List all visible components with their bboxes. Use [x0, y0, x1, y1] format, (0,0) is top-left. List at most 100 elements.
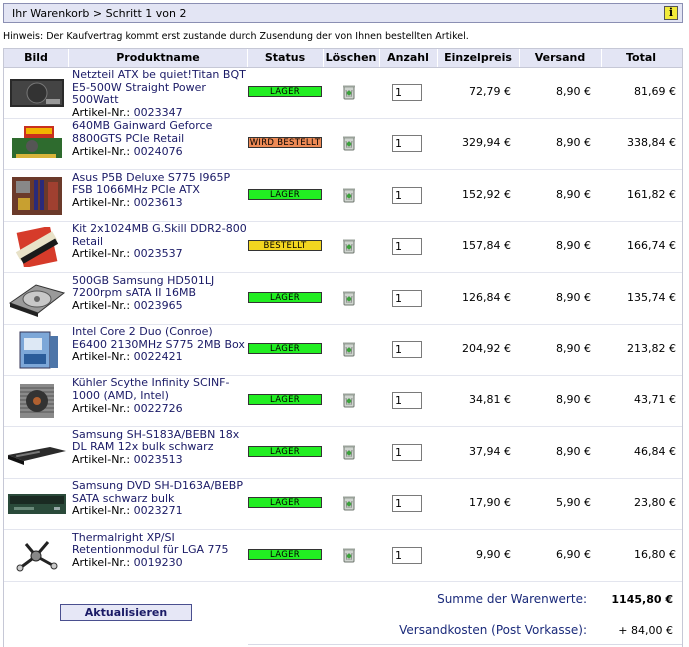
delete-trash-icon[interactable]	[342, 135, 356, 151]
quantity-input[interactable]	[392, 546, 422, 564]
status-badge: WIRD BESTELLT	[248, 137, 322, 149]
shipping-price: 6,90 €	[556, 547, 591, 561]
product-name-link[interactable]: Netzteil ATX be quiet!Titan BQT E5-500W …	[72, 68, 250, 107]
quantity-input[interactable]	[392, 392, 422, 410]
column-header-product: Produktname	[116, 51, 200, 64]
article-number: Artikel-Nr.: 0023271	[72, 505, 250, 518]
column-header-quantity: Anzahl	[387, 51, 429, 64]
shipping-price: 8,90 €	[556, 136, 591, 150]
product-name-link[interactable]: Asus P5B Deluxe S775 I965P FSB 1066MHz P…	[72, 171, 250, 197]
delete-trash-icon[interactable]	[342, 495, 356, 511]
retention-module-image[interactable]	[6, 536, 68, 576]
column-header-image: Bild	[24, 51, 48, 64]
quantity-input[interactable]	[392, 84, 422, 101]
row-total: 338,84 €	[627, 136, 676, 150]
article-number-label: Artikel-Nr.:	[72, 298, 131, 312]
quantity-input[interactable]	[392, 186, 422, 204]
column-header-status: Status	[264, 51, 306, 64]
delete-trash-icon[interactable]	[342, 547, 356, 563]
delete-trash-icon[interactable]	[342, 238, 356, 254]
article-number-value: 0023537	[133, 247, 183, 261]
delete-trash-icon[interactable]	[342, 187, 356, 203]
delete-trash-icon[interactable]	[342, 444, 356, 460]
psu-image[interactable]	[6, 73, 68, 113]
status-badge: LAGER	[248, 343, 322, 354]
subtotal-value: 1145,80 €	[611, 593, 673, 606]
shipping-cost-label: Versandkosten (Post Vorkasse):	[399, 623, 587, 637]
table-row: Thermalright XP/SI Retentionmodul für LG…	[4, 531, 682, 582]
shipping-price: 8,90 €	[556, 444, 591, 458]
status-badge: BESTELLT	[248, 240, 322, 252]
shipping-price: 8,90 €	[556, 393, 591, 407]
product-name-link[interactable]: 500GB Samsung HD501LJ 7200rpm sATA II 16…	[72, 274, 250, 300]
graphics-card-image[interactable]	[6, 124, 68, 164]
table-row: Netzteil ATX be quiet!Titan BQT E5-500W …	[4, 68, 682, 119]
unit-price: 9,90 €	[476, 547, 511, 561]
article-number-label: Artikel-Nr.:	[72, 350, 131, 364]
row-total: 213,82 €	[627, 342, 676, 355]
product-name-link[interactable]: 640MB Gainward Geforce 8800GTS PCIe Reta…	[72, 120, 250, 145]
article-number-label: Artikel-Nr.:	[72, 555, 131, 569]
status-badge: LAGER	[248, 291, 322, 303]
article-number-value: 0023965	[133, 298, 183, 312]
quantity-input[interactable]	[392, 341, 422, 358]
quantity-input[interactable]	[392, 135, 422, 153]
cpu-box-image[interactable]	[6, 330, 68, 370]
delete-trash-icon[interactable]	[342, 392, 356, 408]
product-name-link[interactable]: Thermalright XP/SI Retentionmodul für LG…	[72, 531, 250, 557]
summary-divider	[248, 644, 682, 645]
unit-price: 204,92 €	[462, 342, 511, 355]
product-name-link[interactable]: Intel Core 2 Duo (Conroe) E6400 2130MHz …	[72, 325, 250, 351]
article-number-label: Artikel-Nr.:	[72, 144, 131, 158]
status-badge: LAGER	[248, 548, 322, 560]
cpu-cooler-image[interactable]	[6, 381, 68, 421]
cart-header-bar: Ihr Warenkorb > Schritt 1 von 2 i	[3, 3, 683, 23]
cart-table: Bild Produktname Status Löschen Anzahl E…	[3, 48, 683, 647]
status-badge: LAGER	[248, 86, 322, 97]
product-cell: Asus P5B Deluxe S775 I965P FSB 1066MHz P…	[72, 171, 250, 210]
shipping-price: 8,90 €	[556, 290, 591, 304]
motherboard-image[interactable]	[6, 176, 68, 216]
table-row: Asus P5B Deluxe S775 I965P FSB 1066MHz P…	[4, 171, 682, 222]
refresh-button[interactable]: Aktualisieren	[60, 604, 192, 621]
table-row: 640MB Gainward Geforce 8800GTS PCIe Reta…	[4, 119, 682, 171]
status-badge: LAGER	[248, 188, 322, 200]
product-cell: Kühler Scythe Infinity SCINF-1000 (AMD, …	[72, 377, 250, 415]
delete-trash-icon[interactable]	[342, 341, 356, 357]
article-number-value: 0022421	[133, 350, 183, 364]
delete-trash-icon[interactable]	[342, 84, 356, 100]
info-icon[interactable]: i	[664, 6, 678, 20]
product-name-link[interactable]: Samsung SH-S183A/BEBN 18x DL RAM 12x bul…	[72, 428, 250, 454]
article-number-value: 0023513	[133, 452, 183, 466]
contract-hint: Hinweis: Der Kaufvertrag kommt erst zust…	[3, 31, 469, 42]
table-row: Samsung SH-S183A/BEBN 18x DL RAM 12x bul…	[4, 428, 682, 479]
unit-price: 126,84 €	[462, 290, 511, 304]
article-number-value: 0023271	[133, 504, 183, 518]
product-name-link[interactable]: Samsung DVD SH-D163A/BEBP SATA schwarz b…	[72, 479, 250, 505]
column-header-shipping: Versand	[534, 51, 586, 64]
shipping-price: 8,90 €	[556, 85, 591, 98]
quantity-input[interactable]	[392, 443, 422, 461]
article-number-label: Artikel-Nr.:	[72, 401, 131, 415]
row-total: 166,74 €	[627, 239, 676, 253]
delete-trash-icon[interactable]	[342, 290, 356, 306]
dvd-drive-image[interactable]	[6, 484, 68, 524]
product-name-link[interactable]: Kit 2x1024MB G.Skill DDR2-800 Retail	[72, 222, 250, 248]
dvd-burner-image[interactable]	[6, 433, 68, 473]
quantity-input[interactable]	[392, 289, 422, 307]
article-number-label: Artikel-Nr.:	[72, 195, 131, 209]
ram-kit-image[interactable]	[6, 226, 68, 269]
row-total: 43,71 €	[634, 393, 676, 407]
product-cell: 640MB Gainward Geforce 8800GTS PCIe Reta…	[72, 120, 250, 158]
product-name-link[interactable]: Kühler Scythe Infinity SCINF-1000 (AMD, …	[72, 377, 250, 402]
article-number-value: 0024076	[133, 144, 183, 158]
quantity-input[interactable]	[392, 238, 422, 256]
status-badge: LAGER	[248, 445, 322, 457]
article-number: Artikel-Nr.: 0023347	[72, 106, 250, 120]
article-number-label: Artikel-Nr.:	[72, 504, 131, 518]
unit-price: 329,94 €	[462, 136, 511, 150]
article-number: Artikel-Nr.: 0023513	[72, 452, 250, 467]
hard-drive-image[interactable]	[6, 279, 68, 319]
quantity-input[interactable]	[392, 495, 422, 513]
row-total: 135,74 €	[627, 290, 676, 304]
